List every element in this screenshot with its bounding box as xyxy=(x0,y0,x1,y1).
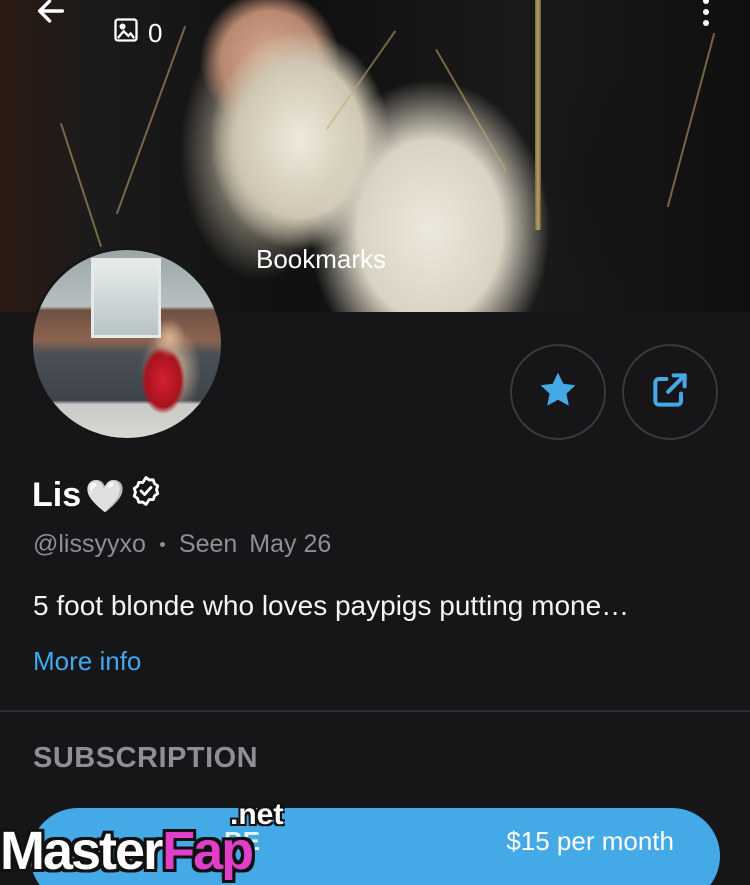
more-vertical-icon[interactable] xyxy=(698,0,714,26)
image-icon xyxy=(112,16,140,51)
media-count-value: 0 xyxy=(148,18,163,48)
verified-badge-icon xyxy=(129,474,163,517)
share-button[interactable] xyxy=(622,344,718,440)
subscription-section-title: SUBSCRIPTION xyxy=(33,742,259,774)
share-icon xyxy=(648,368,692,417)
watermark-logo: Master Fap .net xyxy=(0,798,283,885)
star-icon xyxy=(536,368,580,417)
seen-label: Seen xyxy=(178,530,238,558)
white-heart-icon: 🤍 xyxy=(85,477,125,514)
avatar[interactable] xyxy=(30,247,224,441)
bookmarks-label: Bookmarks xyxy=(256,244,387,274)
divider xyxy=(0,710,750,712)
more-info-link[interactable]: More info xyxy=(33,646,141,677)
watermark-part1: Master xyxy=(0,821,164,881)
separator-dot xyxy=(159,542,165,547)
profile-bio: 5 foot blonde who loves paypigs putting … xyxy=(33,590,630,621)
media-count[interactable]: 0 xyxy=(112,16,162,51)
back-arrow-icon[interactable] xyxy=(34,0,68,35)
star-button[interactable] xyxy=(510,344,606,440)
seen-date: May 26 xyxy=(249,530,332,558)
subscription-price: $15 per month xyxy=(506,825,674,856)
profile-meta: @lissyyxo Seen May 26 xyxy=(33,530,331,559)
display-name-text: Lis xyxy=(32,476,82,514)
watermark-suffix: .net xyxy=(230,798,284,831)
profile-handle: @lissyyxo xyxy=(33,530,146,558)
display-name: Lis 🤍 xyxy=(32,474,163,517)
